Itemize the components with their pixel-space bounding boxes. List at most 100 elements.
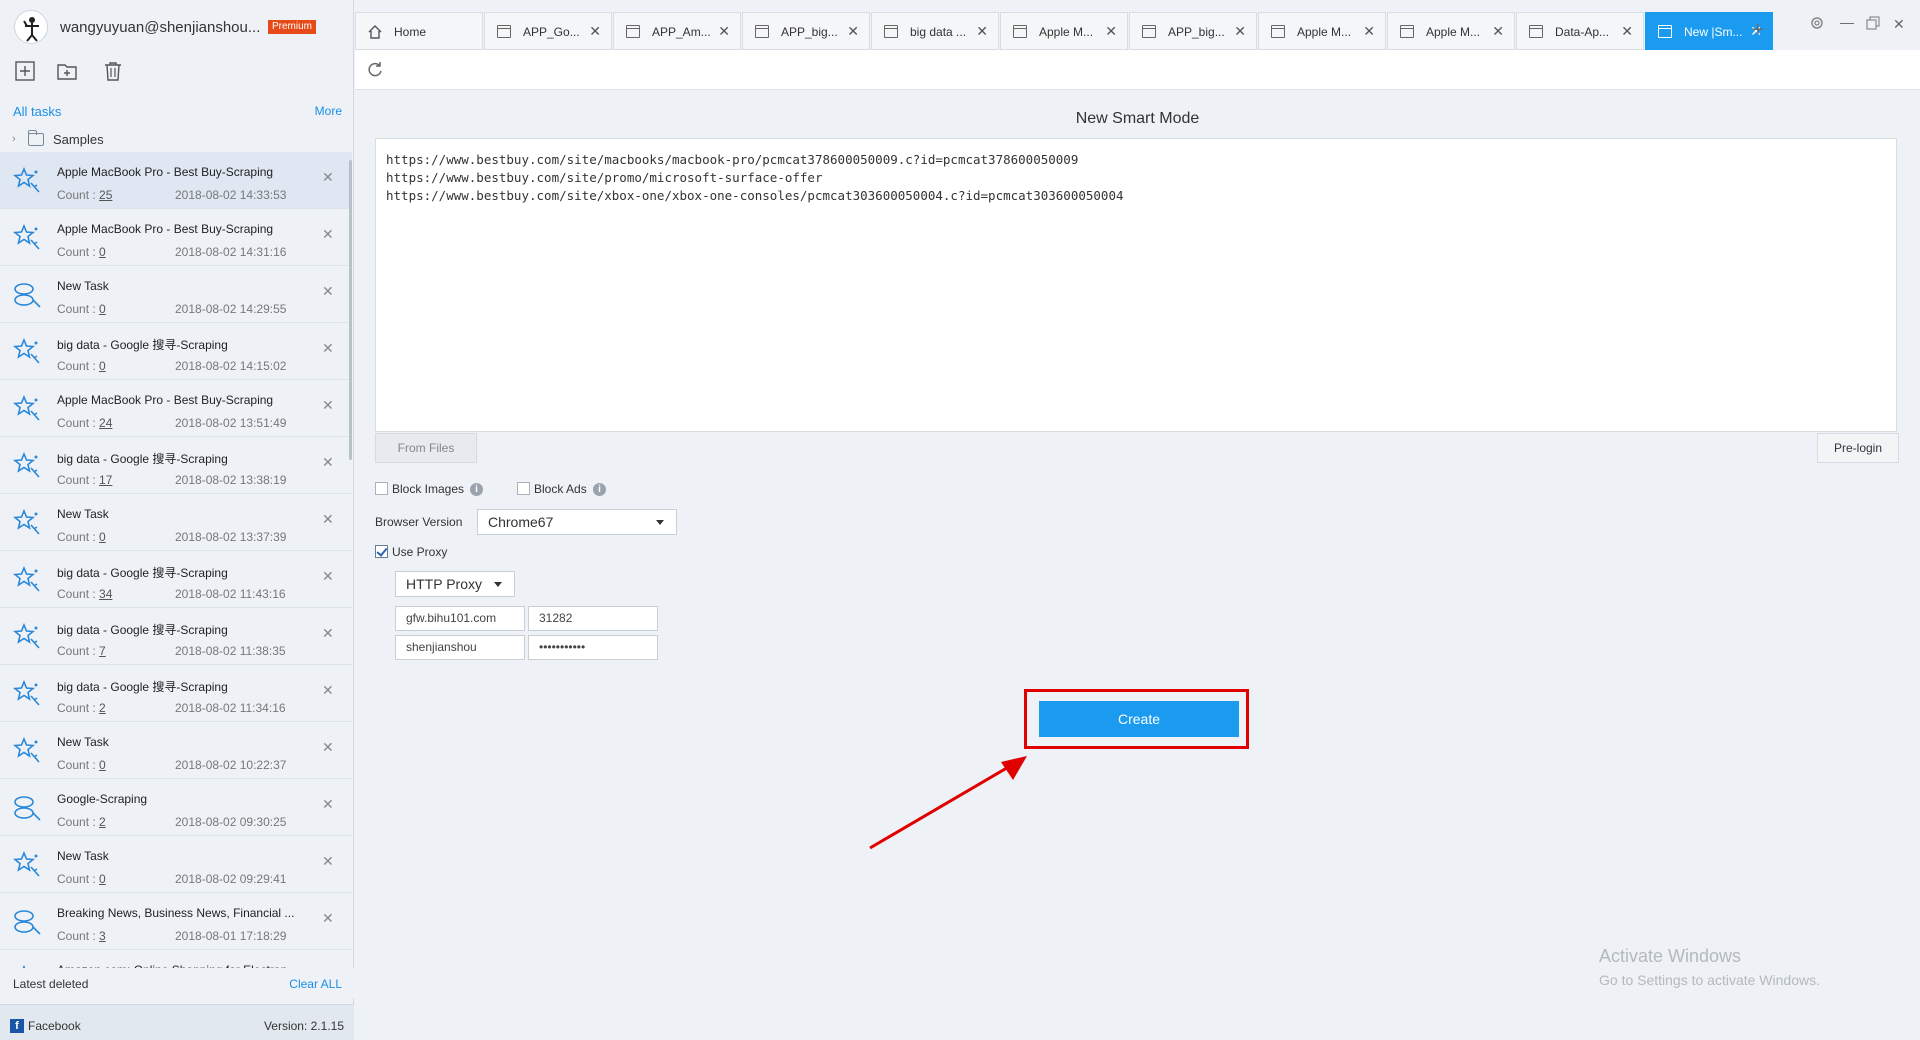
from-files-button[interactable]: From Files [375, 433, 477, 463]
close-icon[interactable]: ✕ [322, 340, 334, 357]
task-count-value[interactable]: 0 [99, 530, 106, 544]
task-row[interactable]: Google-Scraping Count : 2 2018-08-02 09:30… [0, 779, 352, 836]
task-count-value[interactable]: 2 [99, 815, 106, 829]
pre-login-button[interactable]: Pre-login [1817, 433, 1899, 463]
task-row[interactable]: Apple MacBook Pro - Best Buy-Scraping Cou… [0, 152, 352, 209]
create-button[interactable]: Create [1039, 701, 1239, 737]
task-count-value[interactable]: 2 [99, 701, 106, 715]
task-row[interactable]: big data - Google 搜寻-Scraping Count : 7 20… [0, 608, 352, 665]
close-icon[interactable]: ✕ [1105, 23, 1117, 40]
tab-label: Data-Ap... [1555, 25, 1610, 39]
nav-bar [355, 50, 1920, 90]
new-task-button[interactable] [12, 58, 38, 84]
task-row[interactable]: New Task Count : 0 2018-08-02 10:22:37 ✕ [0, 722, 352, 779]
close-icon[interactable]: ✕ [322, 910, 334, 927]
tab-label: Home [394, 25, 427, 39]
close-icon[interactable]: ✕ [589, 23, 601, 40]
close-icon[interactable]: ✕ [322, 169, 334, 186]
tab-2[interactable]: APP_Am... ✕ [613, 12, 741, 50]
tab-9[interactable]: Data-Ap... ✕ [1516, 12, 1644, 50]
facebook-link[interactable]: Facebook [28, 1019, 81, 1033]
use-proxy-checkbox[interactable] [375, 545, 388, 558]
close-icon[interactable]: ✕ [976, 23, 988, 40]
tab-0[interactable]: Home [355, 12, 483, 50]
browser-version-select[interactable]: Chrome67 [477, 509, 677, 535]
close-icon[interactable]: ✕ [718, 23, 730, 40]
task-count-value[interactable]: 34 [99, 587, 112, 601]
add-tab-icon[interactable]: + [1752, 19, 1764, 42]
task-row[interactable]: big data - Google 搜寻-Scraping Count : 0 20… [0, 323, 352, 380]
task-count-value[interactable]: 17 [99, 473, 112, 487]
task-row[interactable]: big data - Google 搜寻-Scraping Count : 17 2… [0, 437, 352, 494]
close-icon[interactable]: ✕ [322, 568, 334, 585]
minimize-icon[interactable]: — [1840, 14, 1854, 30]
task-row[interactable]: Amazon.com: Online Shopping for Electron… [0, 950, 352, 968]
proxy-type-select[interactable]: HTTP Proxy [395, 571, 515, 597]
new-folder-button[interactable] [54, 58, 80, 84]
facebook-icon[interactable]: f [10, 1019, 24, 1033]
task-list-scrollbar[interactable] [349, 160, 352, 460]
url-textarea[interactable]: https://www.bestbuy.com/site/macbooks/ma… [375, 138, 1897, 432]
info-icon[interactable]: i [593, 483, 606, 496]
close-icon[interactable]: ✕ [322, 226, 334, 243]
tab-7[interactable]: Apple M... ✕ [1258, 12, 1386, 50]
tab-1[interactable]: APP_Go... ✕ [484, 12, 612, 50]
task-count-value[interactable]: 24 [99, 416, 112, 430]
block-ads-checkbox[interactable] [517, 482, 530, 495]
proxy-port-field[interactable]: 31282 [528, 606, 658, 631]
close-icon[interactable]: ✕ [322, 739, 334, 756]
task-row[interactable]: Apple MacBook Pro - Best Buy-Scraping Cou… [0, 380, 352, 437]
settings-icon[interactable] [1810, 16, 1824, 33]
tab-5[interactable]: Apple M... ✕ [1000, 12, 1128, 50]
proxy-user-field[interactable]: shenjianshou [395, 635, 525, 660]
task-count-value[interactable]: 25 [99, 188, 112, 202]
task-row[interactable]: New Task Count : 0 2018-08-02 13:37:39 ✕ [0, 494, 352, 551]
close-icon[interactable]: ✕ [322, 511, 334, 528]
tab-8[interactable]: Apple M... ✕ [1387, 12, 1515, 50]
close-icon[interactable]: ✕ [322, 853, 334, 870]
task-count-value[interactable]: 0 [99, 758, 106, 772]
task-row[interactable]: big data - Google 搜寻-Scraping Count : 34 2… [0, 551, 352, 608]
task-row[interactable]: Apple MacBook Pro - Best Buy-Scraping Cou… [0, 209, 352, 266]
avatar[interactable] [14, 10, 48, 44]
window-icon [1658, 25, 1672, 38]
task-count-value[interactable]: 0 [99, 245, 106, 259]
task-count-value[interactable]: 0 [99, 302, 106, 316]
task-count-value[interactable]: 3 [99, 929, 106, 943]
close-icon[interactable]: ✕ [322, 283, 334, 300]
task-row[interactable]: New Task Count : 0 2018-08-02 14:29:55 ✕ [0, 266, 352, 323]
close-icon[interactable]: ✕ [1234, 23, 1246, 40]
block-images-checkbox[interactable] [375, 482, 388, 495]
proxy-host-field[interactable]: gfw.bihu101.com [395, 606, 525, 631]
close-icon[interactable]: ✕ [1492, 23, 1504, 40]
reload-icon[interactable] [365, 60, 385, 80]
task-count-value[interactable]: 7 [99, 644, 106, 658]
all-tasks-link[interactable]: All tasks [13, 104, 61, 119]
clear-all-link[interactable]: Clear ALL [289, 977, 342, 991]
username[interactable]: wangyuyuan@shenjianshou... [60, 19, 260, 36]
tab-6[interactable]: APP_big... ✕ [1129, 12, 1257, 50]
info-icon[interactable]: i [470, 483, 483, 496]
more-link[interactable]: More [315, 104, 342, 118]
close-icon[interactable]: ✕ [322, 625, 334, 642]
close-icon[interactable]: ✕ [322, 454, 334, 471]
task-count-value[interactable]: 0 [99, 872, 106, 886]
close-icon[interactable]: ✕ [322, 682, 334, 699]
task-row[interactable]: New Task Count : 0 2018-08-02 09:29:41 ✕ [0, 836, 352, 893]
close-icon[interactable]: ✕ [1363, 23, 1375, 40]
window-close-icon[interactable]: ✕ [1893, 16, 1905, 33]
close-icon[interactable]: ✕ [322, 796, 334, 813]
samples-folder[interactable]: › Samples [0, 128, 354, 152]
delete-button[interactable] [100, 58, 126, 84]
close-icon[interactable]: ✕ [1621, 23, 1633, 40]
close-icon[interactable]: ✕ [322, 397, 334, 414]
latest-deleted-label[interactable]: Latest deleted [13, 977, 88, 991]
close-icon[interactable]: ✕ [847, 23, 859, 40]
tab-4[interactable]: big data ... ✕ [871, 12, 999, 50]
task-count-value[interactable]: 0 [99, 359, 106, 373]
tab-3[interactable]: APP_big... ✕ [742, 12, 870, 50]
task-row[interactable]: big data - Google 搜寻-Scraping Count : 2 20… [0, 665, 352, 722]
restore-icon[interactable] [1866, 16, 1880, 33]
task-row[interactable]: Breaking News, Business News, Financial … [0, 893, 352, 950]
proxy-password-field[interactable]: ••••••••••• [528, 635, 658, 660]
